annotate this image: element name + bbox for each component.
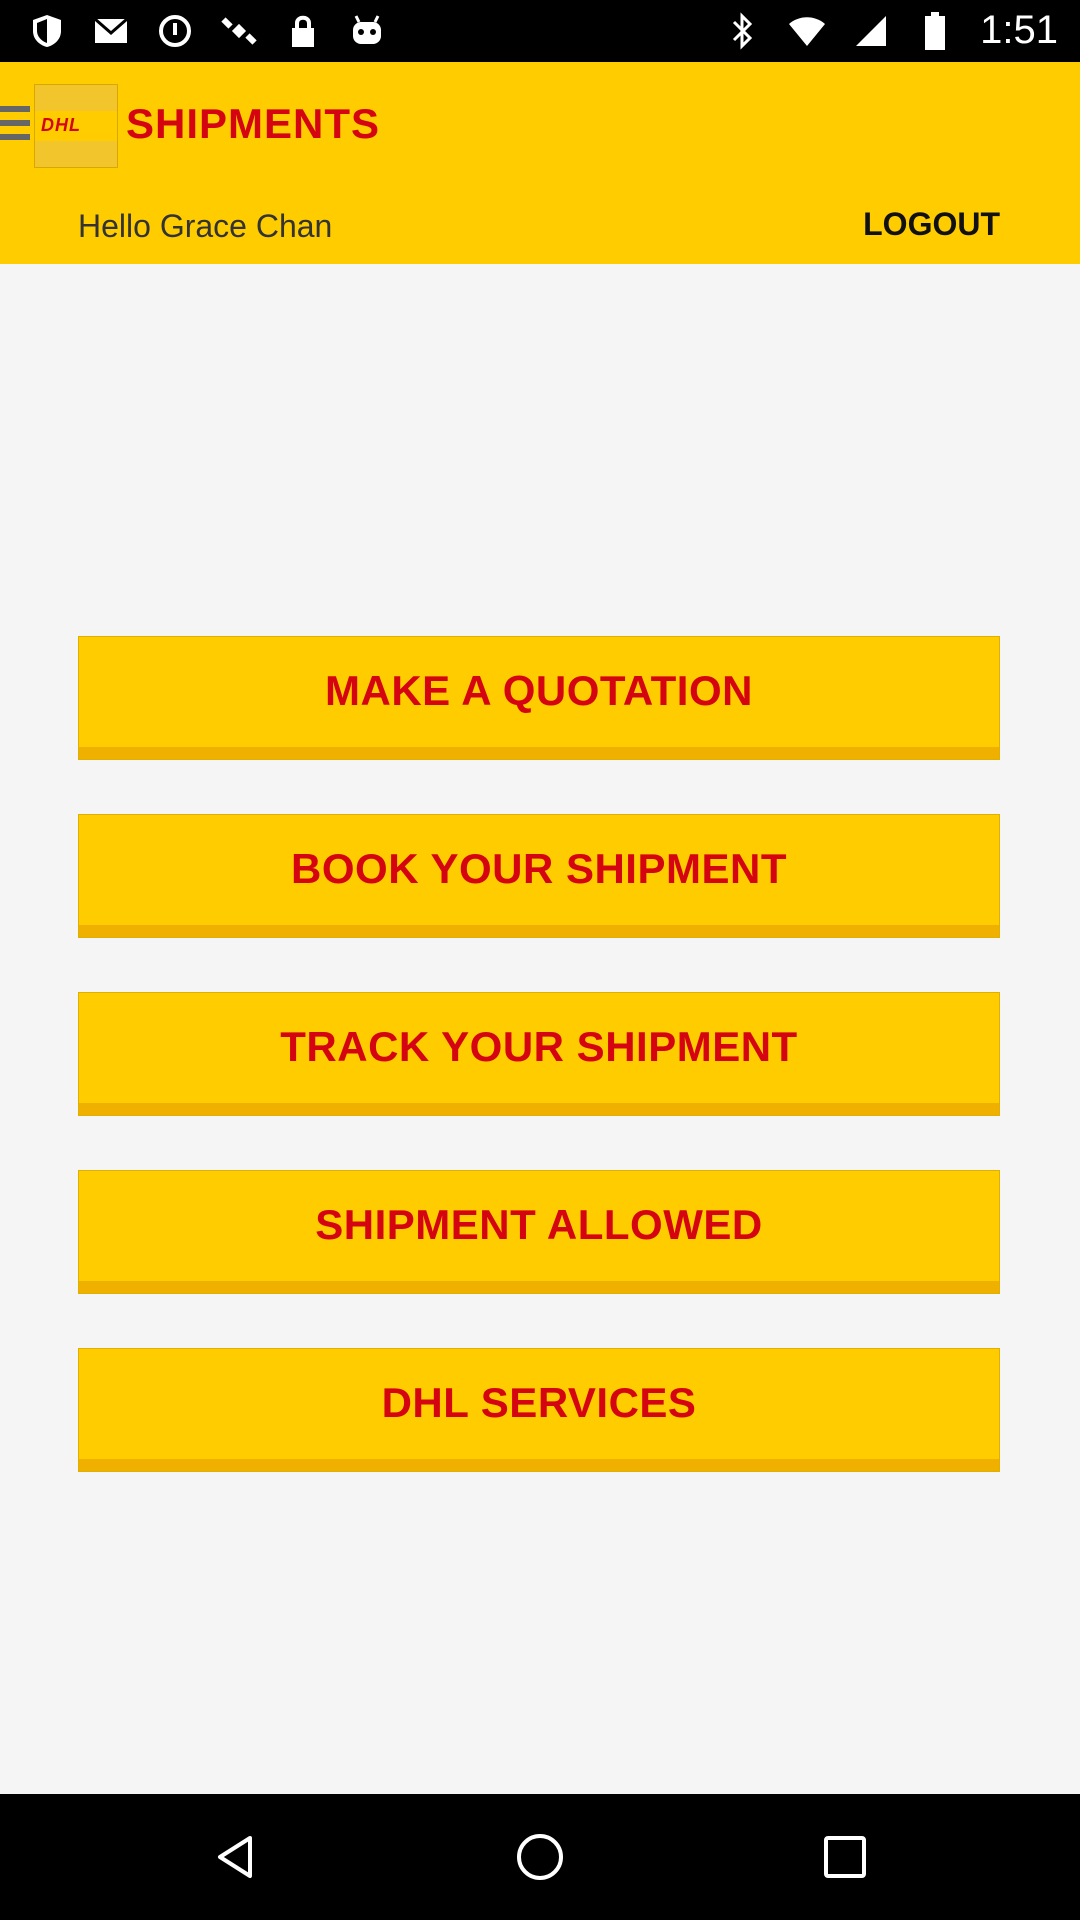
logo-text: DHL [41, 115, 81, 135]
shipment-allowed-button[interactable]: SHIPMENT ALLOWED [78, 1170, 1000, 1294]
satellite-icon [220, 12, 258, 50]
track-shipment-button[interactable]: TRACK YOUR SHIPMENT [78, 992, 1000, 1116]
shield-icon [28, 12, 66, 50]
dhl-logo: DHL [34, 84, 118, 168]
signal-icon [852, 12, 890, 50]
navigation-bar [0, 1794, 1080, 1920]
android-icon [348, 12, 386, 50]
page-title: SHIPMENTS [126, 100, 381, 147]
dhl-services-button[interactable]: DHL SERVICES [78, 1348, 1000, 1472]
mail-icon [92, 12, 130, 50]
main-menu: MAKE A QUOTATION BOOK YOUR SHIPMENT TRAC… [78, 636, 1002, 1526]
button-label: BOOK YOUR SHIPMENT [291, 845, 787, 892]
wifi-icon [788, 12, 826, 50]
lock-icon [284, 12, 322, 50]
bluetooth-icon [724, 11, 762, 50]
status-bar: 1:51 [0, 0, 1080, 62]
app-header: DHL SHIPMENTS Hello Grace Chan LOGOUT [0, 62, 1080, 264]
greeting-text: Hello Grace Chan [78, 208, 333, 244]
button-label: SHIPMENT ALLOWED [315, 1201, 763, 1248]
button-label: TRACK YOUR SHIPMENT [280, 1023, 798, 1070]
book-shipment-button[interactable]: BOOK YOUR SHIPMENT [78, 814, 1000, 938]
clock: 1:51 [980, 8, 1058, 52]
button-label: DHL SERVICES [381, 1379, 697, 1426]
hamburger-menu-icon[interactable] [0, 106, 30, 146]
stopwatch-icon [156, 12, 194, 50]
battery-icon [916, 11, 954, 50]
button-label: MAKE A QUOTATION [325, 667, 753, 714]
make-quotation-button[interactable]: MAKE A QUOTATION [78, 636, 1000, 760]
logout-button[interactable]: LOGOUT [863, 206, 1000, 243]
recents-icon[interactable] [820, 1832, 870, 1882]
back-icon[interactable] [210, 1832, 260, 1882]
home-icon[interactable] [515, 1832, 565, 1882]
